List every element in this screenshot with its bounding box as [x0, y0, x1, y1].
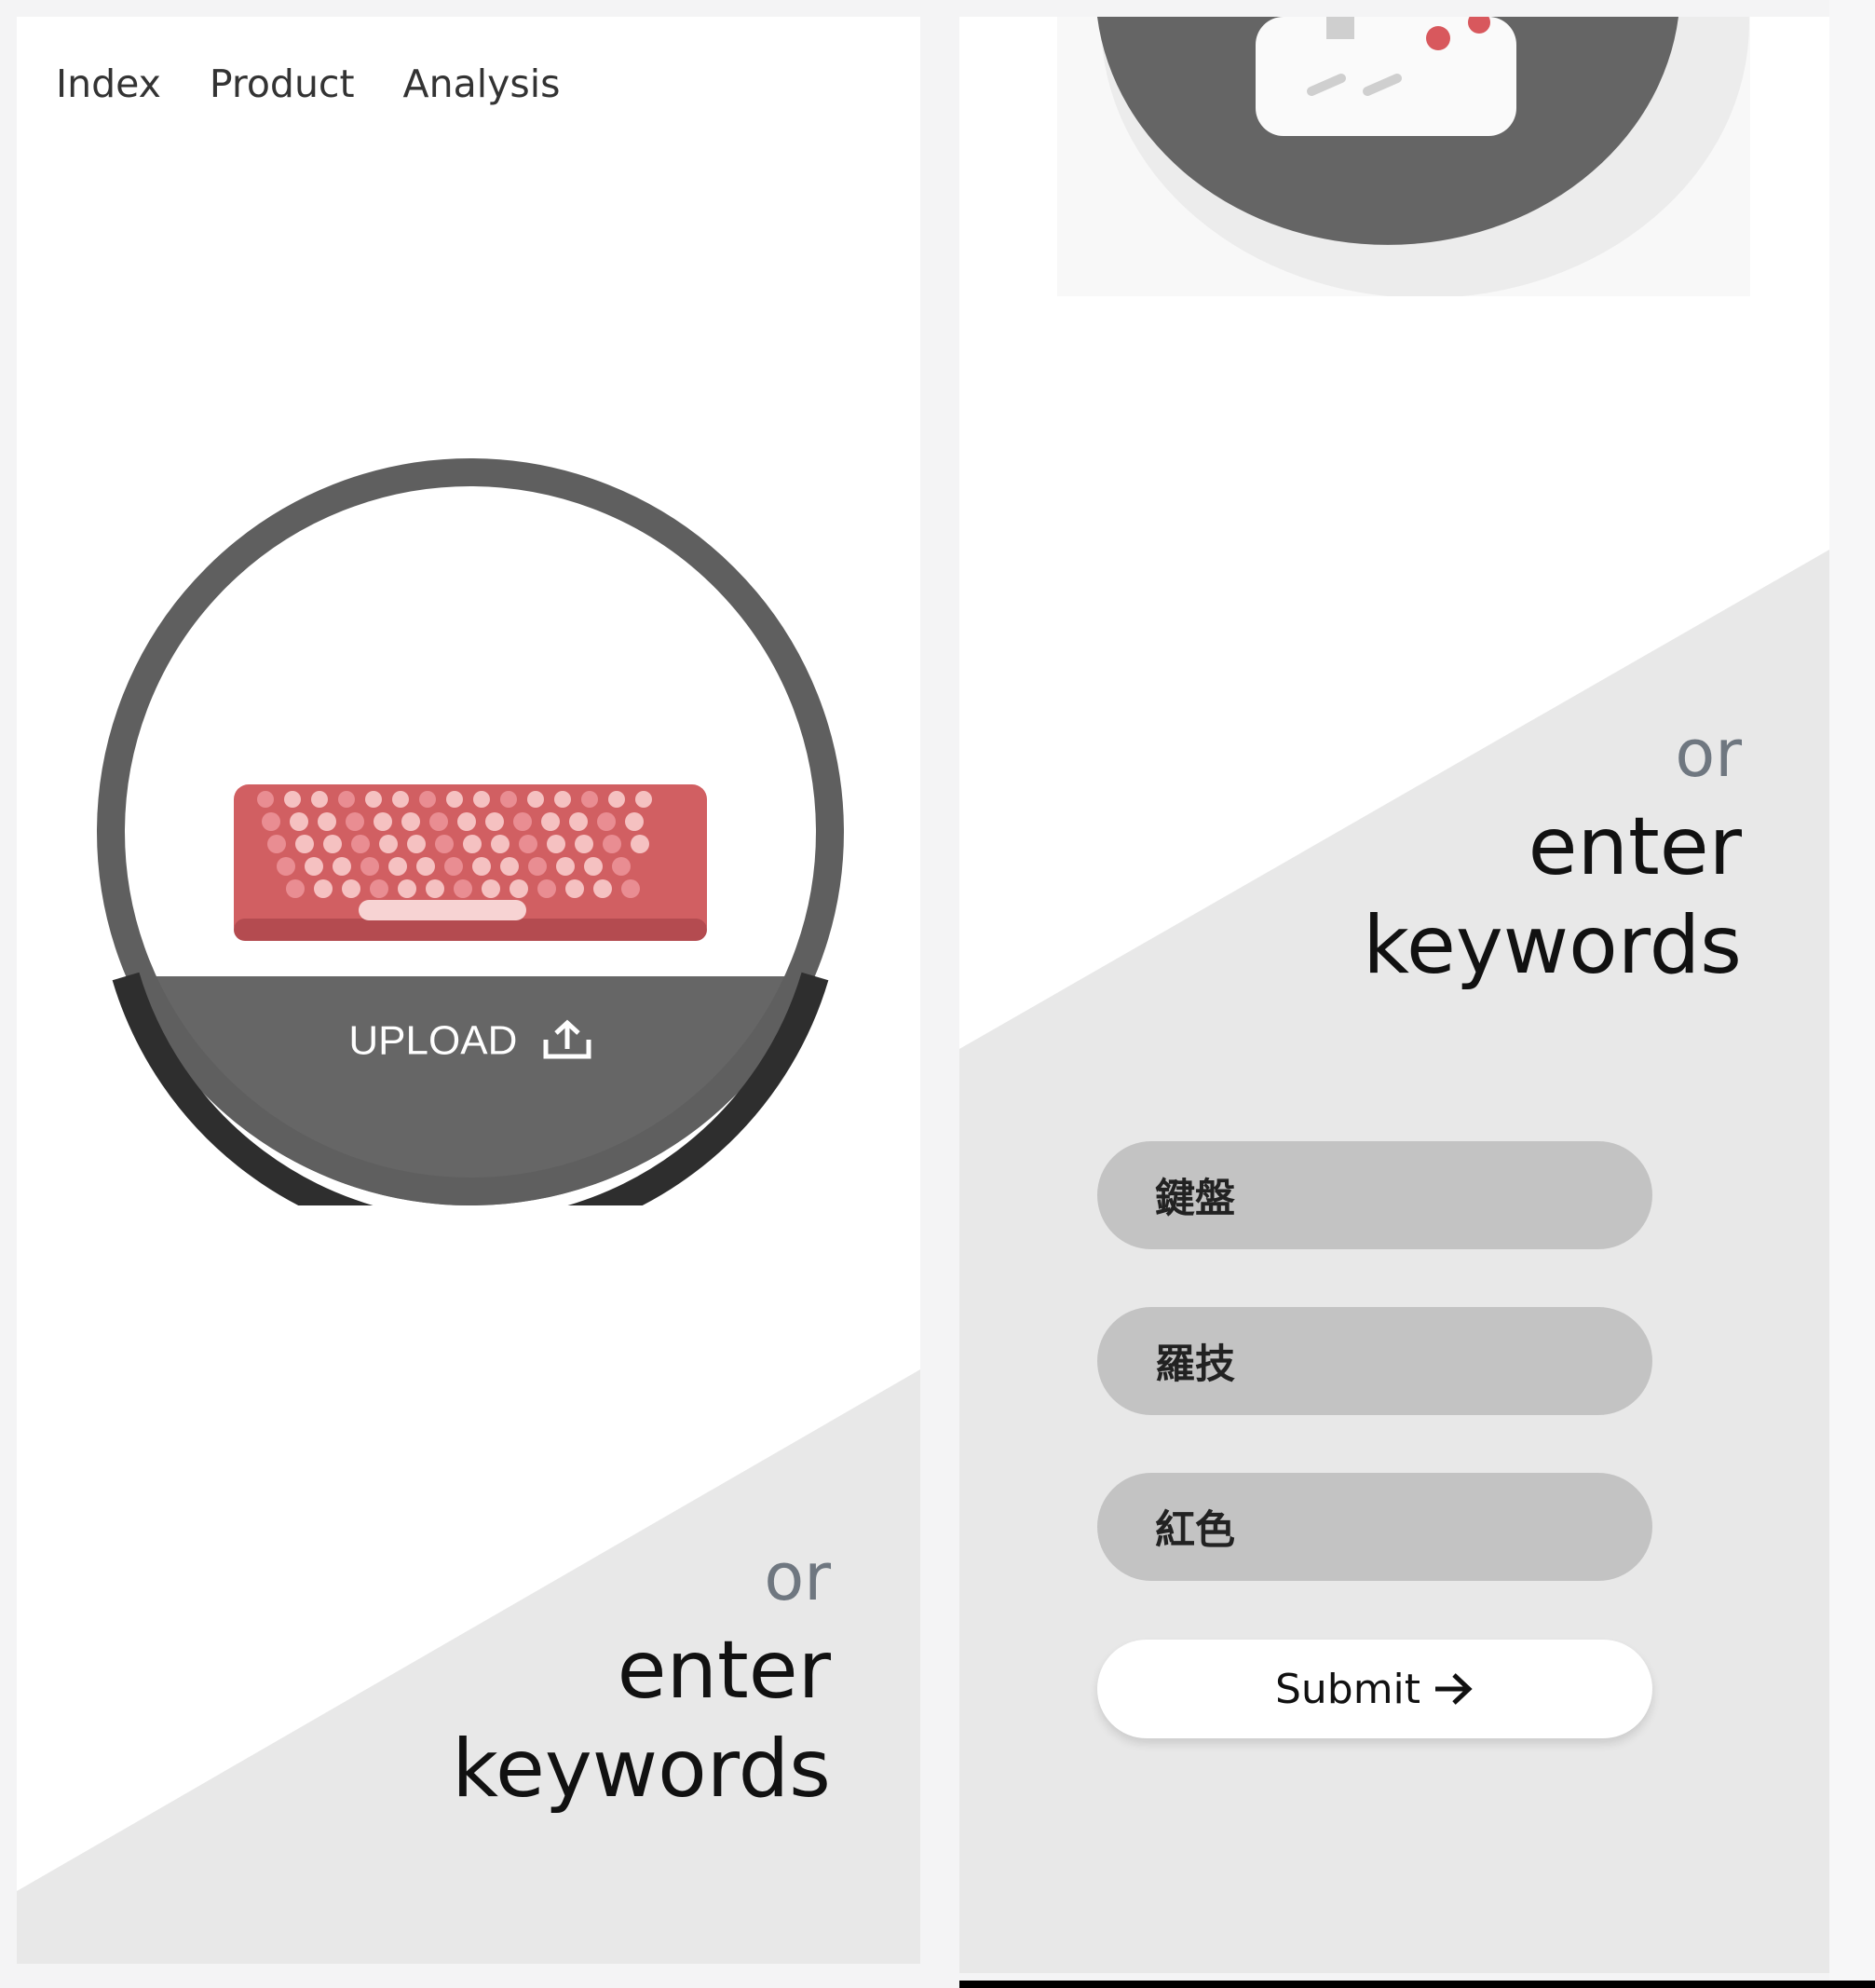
- nav-product[interactable]: Product: [210, 61, 355, 106]
- upload-label: UPLOAD: [348, 1017, 518, 1064]
- left-screen: Index Product Analysis UPLOAD or enter k…: [17, 17, 920, 1964]
- upload-band[interactable]: [97, 976, 844, 1205]
- right-screen: or enter keywords Submit: [959, 17, 1829, 1973]
- submit-label: Submit: [1274, 1665, 1421, 1713]
- submit-button[interactable]: Submit: [1097, 1640, 1652, 1738]
- upload-button[interactable]: UPLOAD: [97, 1015, 844, 1064]
- prompt-enter: enter: [617, 1624, 831, 1717]
- or-enter-keywords-prompt: or enter keywords: [1363, 721, 1742, 986]
- nav-analysis[interactable]: Analysis: [403, 61, 561, 106]
- prompt-enter: enter: [1528, 800, 1742, 893]
- nav-index[interactable]: Index: [56, 61, 161, 106]
- upload-icon: [543, 1019, 591, 1059]
- keyword-input-1[interactable]: [1097, 1141, 1652, 1249]
- nav-bar: Index Product Analysis: [56, 61, 560, 106]
- upload-illustration: [1057, 17, 1750, 296]
- keyboard-image: [234, 784, 707, 941]
- prompt-or: or: [1675, 715, 1742, 792]
- upload-dropzone[interactable]: UPLOAD: [97, 458, 844, 1205]
- or-enter-keywords-prompt: or enter keywords: [452, 1545, 831, 1809]
- prompt-keywords: keywords: [452, 1722, 831, 1816]
- prompt-keywords: keywords: [1363, 899, 1742, 992]
- bottom-bar: [959, 1981, 1875, 1988]
- keyword-input-2[interactable]: [1097, 1307, 1652, 1415]
- page-edge: [1829, 0, 1875, 1988]
- prompt-or: or: [764, 1539, 831, 1615]
- arrow-right-icon: [1435, 1673, 1473, 1705]
- keyword-input-3[interactable]: [1097, 1473, 1652, 1581]
